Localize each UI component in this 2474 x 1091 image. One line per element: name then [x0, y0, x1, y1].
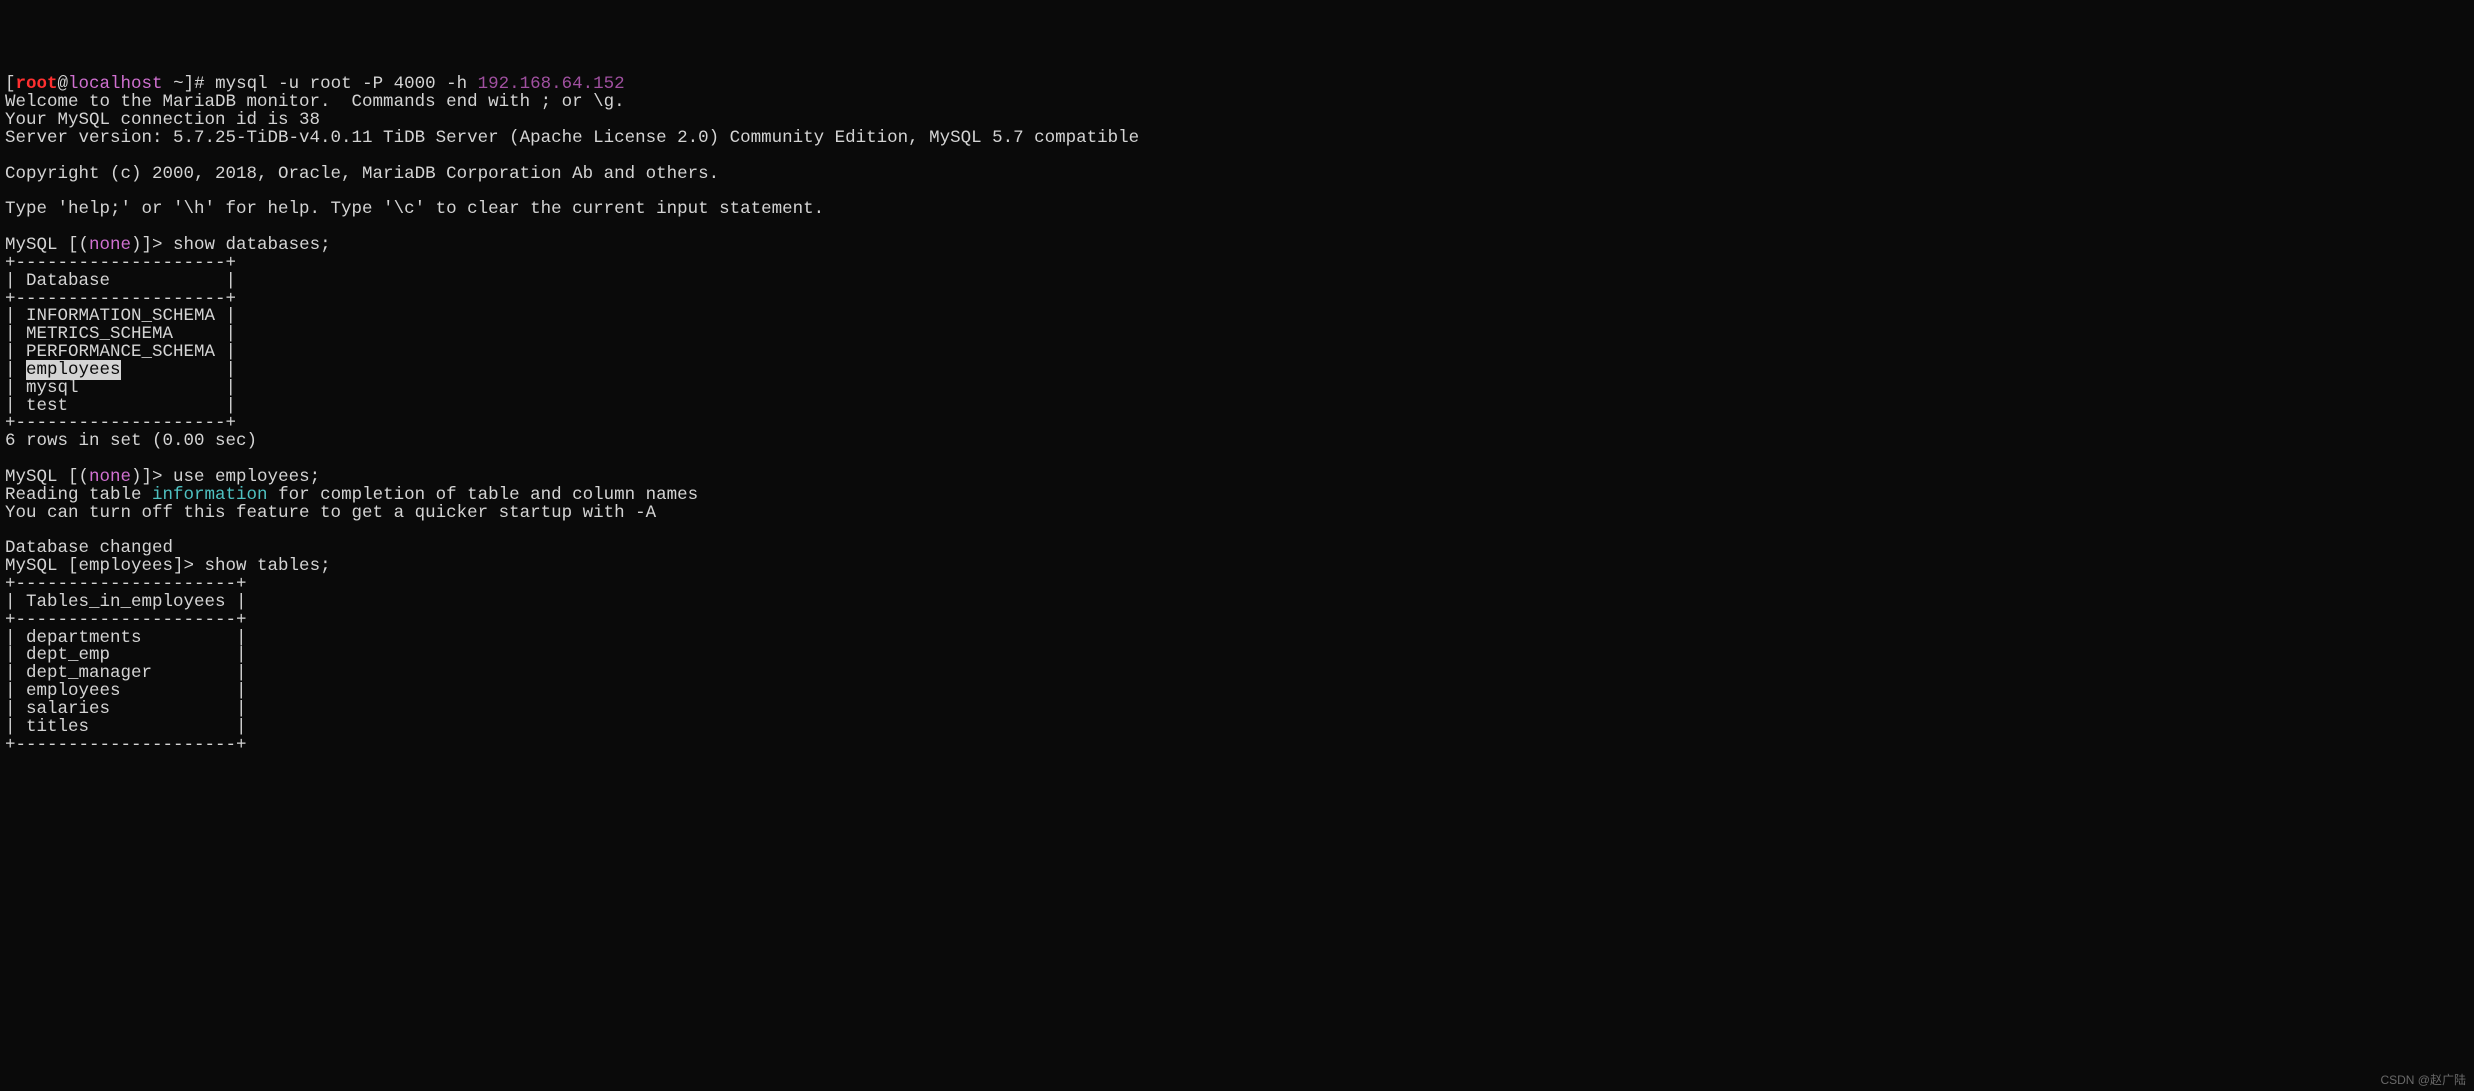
help-line: Type 'help;' or '\h' for help. Type '\c'… — [5, 199, 824, 219]
watermark: CSDN @赵广陆 — [2380, 1074, 2466, 1086]
table-border: +---------------------+ — [5, 735, 247, 755]
copyright-line: Copyright (c) 2000, 2018, Oracle, MariaD… — [5, 164, 719, 184]
row-count: 6 rows in set (0.00 sec) — [5, 431, 257, 451]
turnoff-line: You can turn off this feature to get a q… — [5, 503, 656, 523]
server-version-line: Server version: 5.7.25-TiDB-v4.0.11 TiDB… — [5, 128, 1139, 148]
terminal-output[interactable]: [root@localhost ~]# mysql -u root -P 400… — [5, 76, 2469, 754]
